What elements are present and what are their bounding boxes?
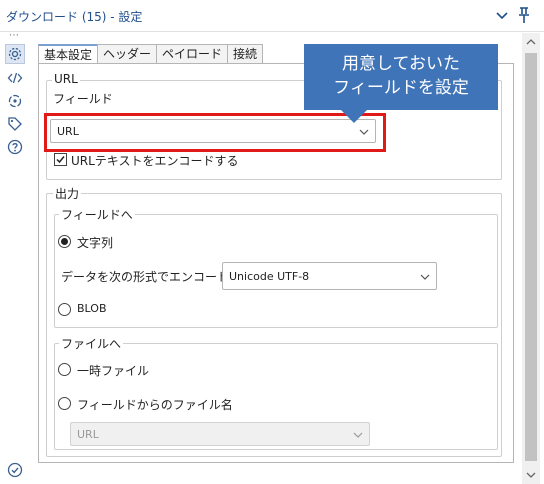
chevron-down-icon[interactable] — [494, 8, 510, 24]
field-label: フィールド — [53, 92, 113, 106]
left-toolbar: ⋯ — [0, 31, 30, 484]
blob-radio-label: BLOB — [77, 302, 107, 315]
string-radio[interactable] — [58, 235, 71, 248]
callout-line-1: 用意しておいた — [342, 54, 460, 74]
to-field-label: フィールドへ — [59, 206, 135, 223]
title-bar: ダウンロード (15) - 設定 — [0, 0, 544, 32]
pin-icon[interactable] — [516, 6, 532, 24]
encoding-select[interactable]: Unicode UTF-8 — [222, 262, 437, 290]
tab-bar: 基本設定 ヘッダー ペイロード 接続 — [38, 44, 264, 65]
callout-pointer — [340, 109, 368, 123]
more-dots-icon[interactable]: ⋯ — [9, 31, 20, 41]
url-group-label: URL — [52, 72, 80, 86]
scroll-up-icon[interactable] — [526, 37, 536, 47]
callout-line-2: フィールドを設定 — [333, 78, 469, 98]
annotation-callout: 用意しておいた フィールドを設定 — [304, 44, 498, 110]
chevron-down-icon — [353, 432, 363, 438]
window-title: ダウンロード (15) - 設定 — [6, 10, 143, 24]
encoding-label: データを次の形式でエンコード: — [61, 270, 234, 284]
annotation-highlight-box — [44, 113, 386, 152]
checkmark-icon — [56, 156, 65, 164]
string-radio-label: 文字列 — [77, 236, 114, 250]
tab-headers[interactable]: ヘッダー — [97, 44, 158, 64]
temp-file-label: 一時ファイル — [77, 364, 150, 378]
encode-url-label: URLテキストをエンコードする — [71, 154, 239, 168]
vertical-scrollbar[interactable] — [522, 33, 540, 484]
output-group-label: 出力 — [53, 185, 82, 202]
tab-connection[interactable]: 接続 — [227, 44, 264, 64]
tag-icon[interactable] — [5, 114, 25, 134]
code-icon[interactable] — [5, 68, 25, 88]
filename-from-field-radio[interactable] — [58, 397, 71, 410]
scrollbar-thumb[interactable] — [525, 53, 537, 461]
scroll-down-icon[interactable] — [526, 470, 536, 480]
filename-field-select: URL — [70, 422, 370, 446]
encoding-value: Unicode UTF-8 — [229, 270, 310, 283]
settings-gear-icon[interactable] — [5, 44, 25, 64]
tab-payload[interactable]: ペイロード — [156, 44, 229, 64]
chevron-down-icon — [420, 274, 430, 280]
check-circle-icon[interactable] — [5, 460, 25, 480]
tab-basic-settings[interactable]: 基本設定 — [38, 44, 99, 65]
refresh-target-icon[interactable] — [5, 91, 25, 111]
encode-url-checkbox[interactable] — [54, 153, 67, 166]
blob-radio[interactable] — [58, 303, 71, 316]
filename-from-field-label: フィールドからのファイル名 — [77, 398, 233, 412]
temp-file-radio[interactable] — [58, 363, 71, 376]
help-icon[interactable] — [5, 137, 25, 157]
filename-field-value: URL — [77, 428, 99, 441]
to-file-label: ファイルへ — [59, 335, 124, 352]
